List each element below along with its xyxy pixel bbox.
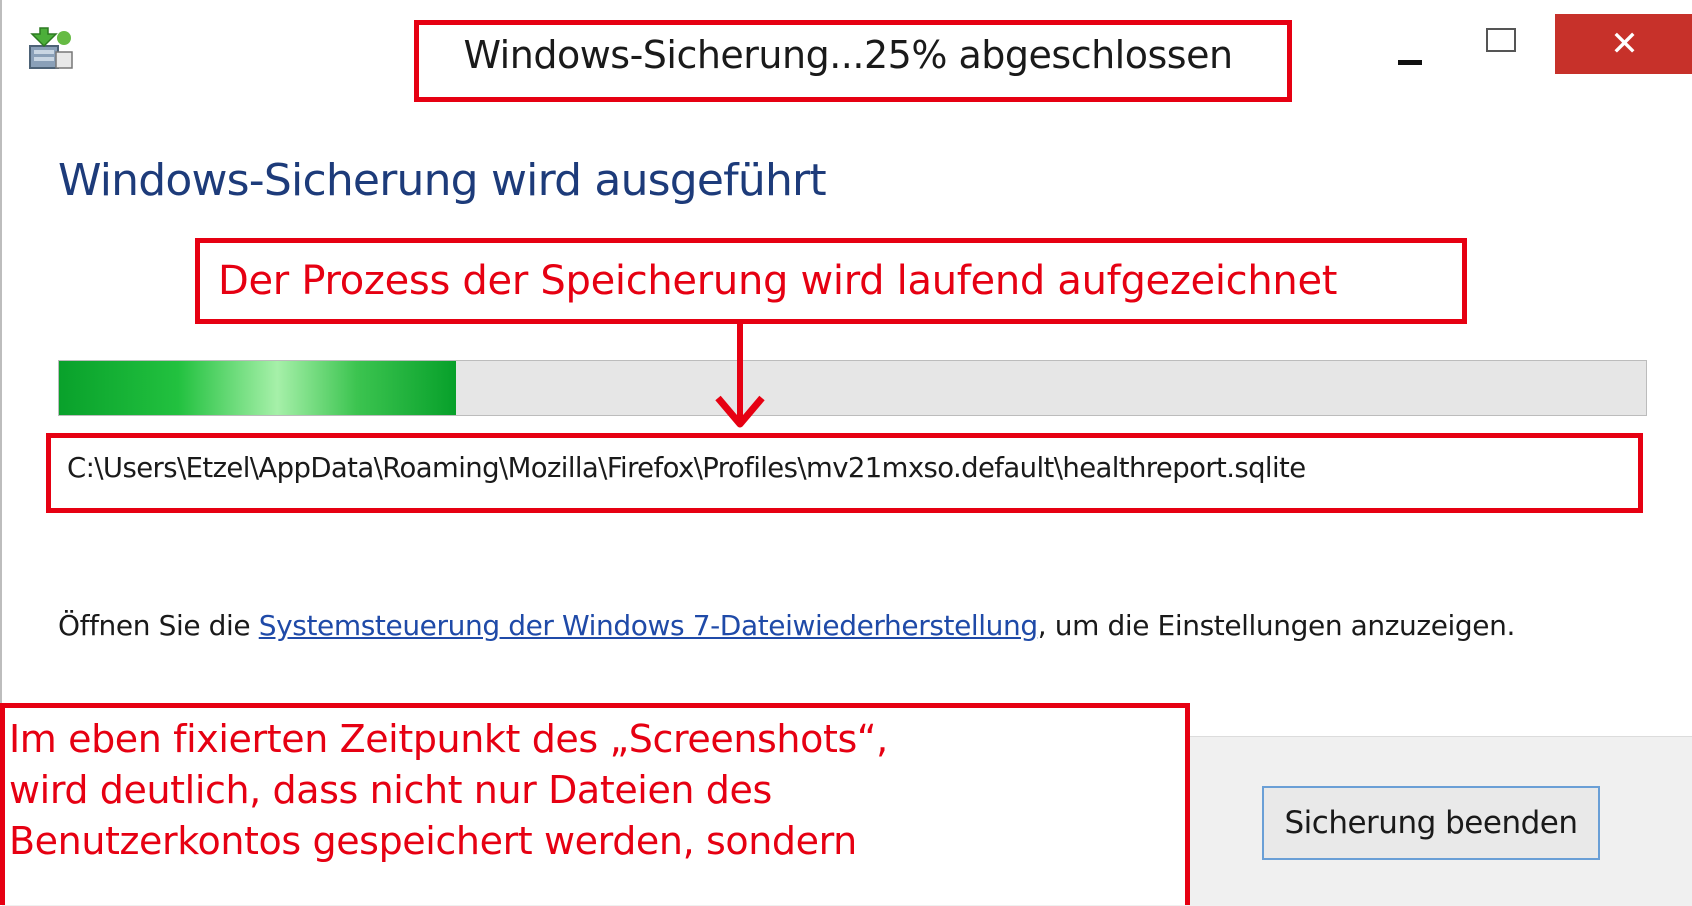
note-line: Im eben fixierten Zeitpunkt des „Screens… xyxy=(9,717,888,761)
close-button[interactable]: ✕ xyxy=(1555,14,1692,74)
path-highlight-box xyxy=(46,433,1643,513)
maximize-button[interactable] xyxy=(1486,28,1516,52)
minimize-button[interactable] xyxy=(1398,60,1422,65)
progress-bar xyxy=(58,360,1647,416)
info-prefix: Öffnen Sie die xyxy=(58,609,259,642)
note-line: Benutzerkontos gespeichert werden, sonde… xyxy=(9,819,857,863)
annotation-arrow-icon xyxy=(715,324,765,428)
page-title: Windows-Sicherung wird ausgeführt xyxy=(58,155,827,206)
info-suffix: , um die Einstellungen anzuzeigen. xyxy=(1037,609,1516,642)
file-recovery-link[interactable]: Systemsteuerung der Windows 7-Dateiwiede… xyxy=(259,609,1038,642)
info-text: Öffnen Sie die Systemsteuerung der Windo… xyxy=(58,603,1618,649)
progress-fill xyxy=(59,361,456,415)
process-annotation: Der Prozess der Speicherung wird laufend… xyxy=(195,238,1467,324)
note-line: wird deutlich, dass nicht nur Dateien de… xyxy=(9,768,772,812)
stop-backup-button[interactable]: Sicherung beenden xyxy=(1262,786,1600,860)
title-highlight-box xyxy=(414,20,1292,102)
explanation-annotation: Im eben fixierten Zeitpunkt des „Screens… xyxy=(0,703,1190,905)
